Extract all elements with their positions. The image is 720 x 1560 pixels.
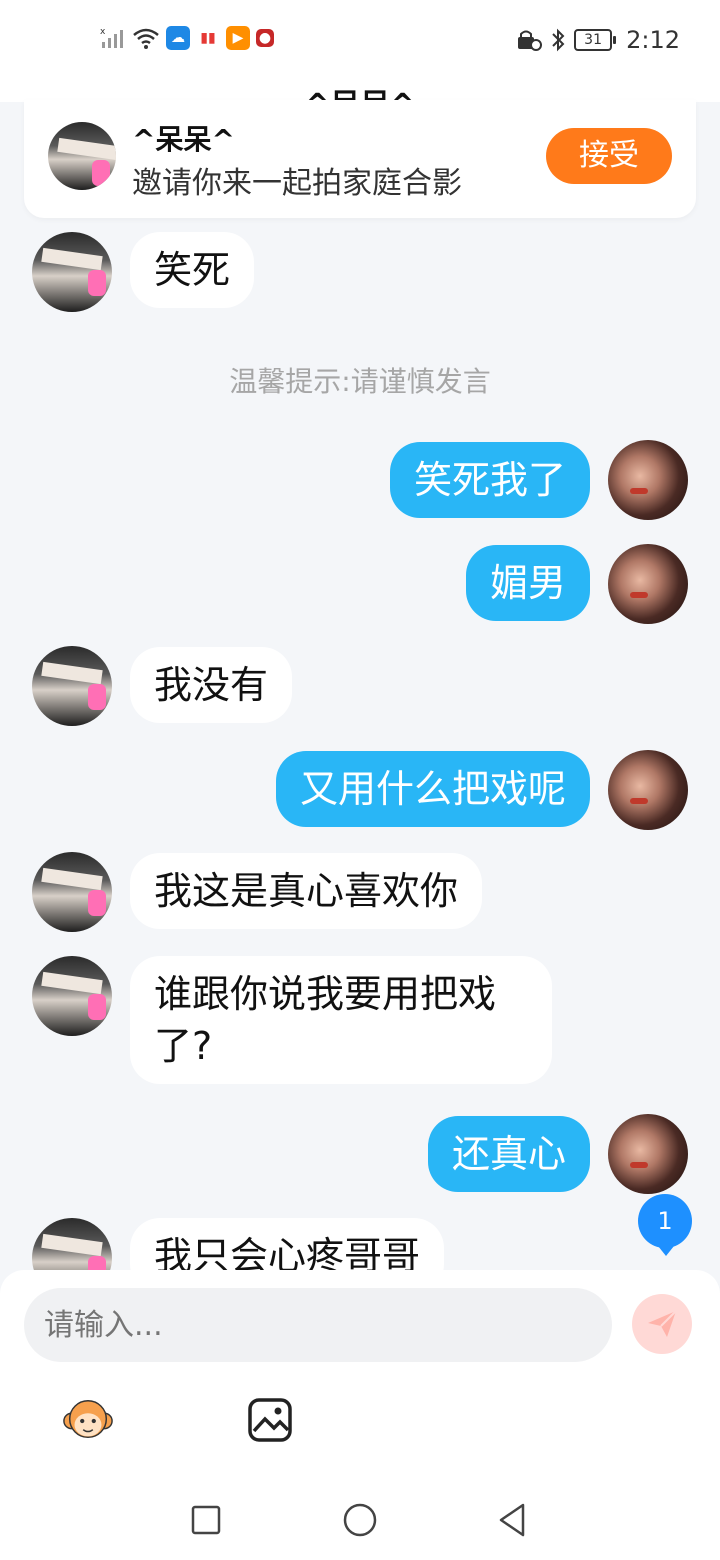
composer <box>0 1270 720 1480</box>
status-icons-left: x ☁ ▮▮ ▶ ● <box>100 26 274 50</box>
recent-apps-icon <box>191 1505 221 1535</box>
message-bubble-sent[interactable]: 笑死我了 <box>389 442 590 518</box>
clock: 2:12 <box>626 26 680 54</box>
home-icon <box>343 1503 377 1537</box>
image-button[interactable] <box>244 1394 296 1446</box>
invite-message: 邀请你来一起拍家庭合影 <box>132 166 462 201</box>
message-bubble-received[interactable]: 谁跟你说我要用把戏了? <box>130 956 552 1084</box>
avatar[interactable] <box>608 440 688 520</box>
vpn-lock-icon <box>518 30 543 51</box>
invite-banner: ^呆呆^ 邀请你来一起拍家庭合影 接受 <box>24 100 696 218</box>
avatar[interactable] <box>32 232 112 312</box>
status-bar: x ☁ ▮▮ ▶ ● 31 2:12 <box>0 0 720 80</box>
browser-app-icon: ● <box>256 29 274 47</box>
avatar[interactable] <box>32 956 112 1036</box>
unread-count-badge[interactable]: 1 <box>638 1194 692 1256</box>
image-icon <box>248 1398 292 1442</box>
battery-indicator: 31 <box>574 29 617 51</box>
chat-title: ^呆呆^ <box>0 72 720 102</box>
system-nav-bar <box>0 1480 720 1560</box>
back-button[interactable] <box>492 1500 532 1540</box>
message-input[interactable] <box>24 1288 612 1362</box>
status-icons-right: 31 2:12 <box>516 26 680 54</box>
send-icon <box>648 1310 677 1337</box>
avatar[interactable] <box>608 544 688 624</box>
weather-app-icon: ☁ <box>166 26 190 50</box>
emoji-button[interactable] <box>62 1394 114 1446</box>
signal-icon: x <box>100 27 123 48</box>
avatar[interactable] <box>48 122 116 190</box>
home-button[interactable] <box>340 1500 380 1540</box>
book-app-icon: ▮▮ <box>196 26 220 50</box>
message-bubble-received[interactable]: 我没有 <box>130 647 293 723</box>
send-button[interactable] <box>632 1294 692 1354</box>
bluetooth-icon <box>552 28 565 52</box>
avatar[interactable] <box>32 646 112 726</box>
message-bubble-received[interactable]: 笑死 <box>130 232 255 308</box>
svg-text:x: x <box>100 27 106 37</box>
message-bubble-sent[interactable]: 又用什么把戏呢 <box>275 751 590 827</box>
emoji-monkey-icon <box>63 1400 113 1439</box>
wifi-icon <box>133 28 159 49</box>
accept-button[interactable]: 接受 <box>546 128 672 184</box>
inviter-name: ^呆呆^ <box>132 123 235 156</box>
back-icon <box>499 1503 525 1537</box>
recent-apps-button[interactable] <box>186 1500 226 1540</box>
message-bubble-received[interactable]: 我这是真心喜欢你 <box>130 853 483 929</box>
message-bubble-sent[interactable]: 媚男 <box>465 545 590 621</box>
avatar[interactable] <box>608 1114 688 1194</box>
safety-notice: 温馨提示:请谨慎发言 <box>229 365 491 398</box>
avatar[interactable] <box>608 750 688 830</box>
video-app-icon: ▶ <box>226 26 250 50</box>
avatar[interactable] <box>32 852 112 932</box>
message-bubble-sent[interactable]: 还真心 <box>427 1116 590 1192</box>
